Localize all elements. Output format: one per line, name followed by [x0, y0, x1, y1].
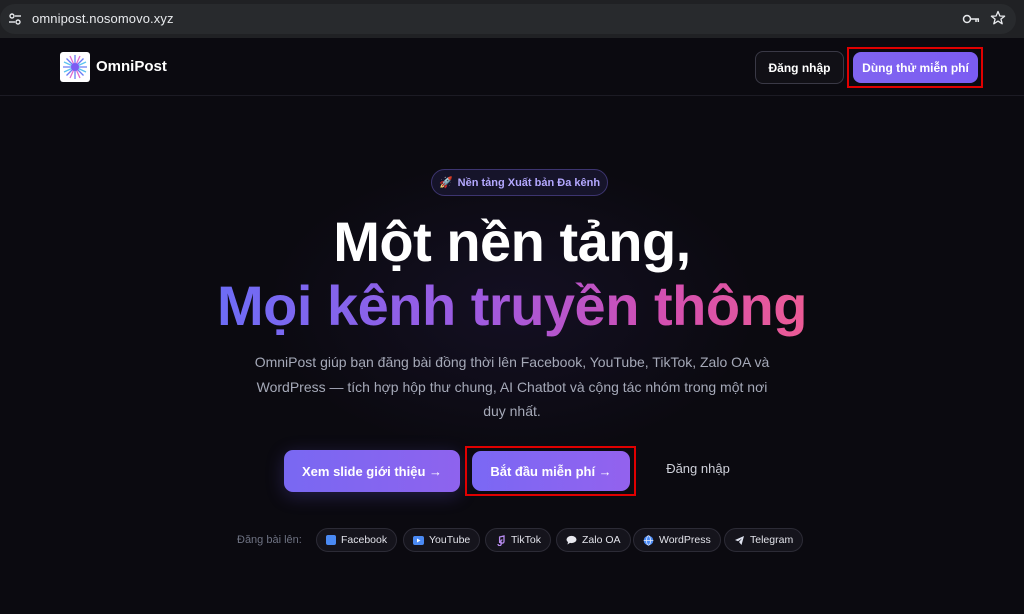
platform-chip-zalo[interactable]: Zalo OA [556, 528, 631, 552]
wordpress-icon [643, 534, 654, 546]
address-bar[interactable]: omnipost.nosomovo.xyz [0, 4, 1016, 34]
platform-chip-label: Zalo OA [582, 534, 621, 546]
page: OmniPost Đăng nhập Dùng thử miễn phí 🚀 N… [0, 38, 1024, 614]
platforms-label: Đăng bài lên: [237, 534, 302, 546]
platform-chip-wordpress[interactable]: WordPress [633, 528, 721, 552]
badge-text: Nền tảng Xuất bản Đa kênh [457, 176, 601, 189]
hero-title-line2: Mọi kênh truyền thông [0, 274, 1024, 338]
platform-chip-telegram[interactable]: Telegram [724, 528, 804, 552]
password-key-icon[interactable] [962, 12, 980, 26]
start-free-button[interactable]: Bắt đầu miễn phí → [472, 451, 630, 491]
free-trial-button[interactable]: Dùng thử miễn phí [853, 52, 978, 83]
url-text[interactable]: omnipost.nosomovo.xyz [32, 11, 174, 26]
hero-badge: 🚀 Nền tảng Xuất bản Đa kênh [431, 169, 608, 196]
telegram-icon [735, 535, 744, 545]
login-button[interactable]: Đăng nhập [755, 51, 844, 84]
view-slides-button[interactable]: Xem slide giới thiệu → [284, 450, 460, 492]
bookmark-star-icon[interactable] [990, 10, 1006, 26]
logo-icon[interactable] [60, 52, 90, 82]
hero-title-gradient: Mọi kênh truyền thông [217, 274, 807, 337]
platform-chip-tiktok[interactable]: TikTok [485, 528, 551, 552]
zalo-icon [566, 535, 577, 545]
facebook-icon [326, 535, 336, 545]
tiktok-icon [497, 534, 505, 546]
platform-chip-label: Facebook [341, 534, 388, 546]
rocket-icon: 🚀 [438, 177, 453, 189]
platform-chip-label: YouTube [429, 534, 471, 546]
platform-chip-label: TikTok [511, 534, 541, 546]
platform-chip-facebook[interactable]: Facebook [316, 528, 398, 552]
youtube-icon [413, 535, 424, 545]
hero-login-link[interactable]: Đăng nhập [655, 461, 741, 476]
hero-title-line1: Một nền tảng, [333, 210, 691, 273]
platform-chip-label: Telegram [750, 534, 794, 546]
platform-chip-youtube[interactable]: YouTube [403, 528, 481, 552]
browser-toolbar: omnipost.nosomovo.xyz [0, 0, 1024, 38]
brand-name[interactable]: OmniPost [96, 58, 167, 75]
top-navbar: OmniPost Đăng nhập Dùng thử miễn phí [0, 38, 1024, 96]
platform-chip-label: WordPress [659, 534, 711, 546]
hero-subtitle: OmniPost giúp bạn đăng bài đồng thời lên… [254, 354, 770, 419]
site-settings-icon[interactable] [8, 12, 22, 26]
